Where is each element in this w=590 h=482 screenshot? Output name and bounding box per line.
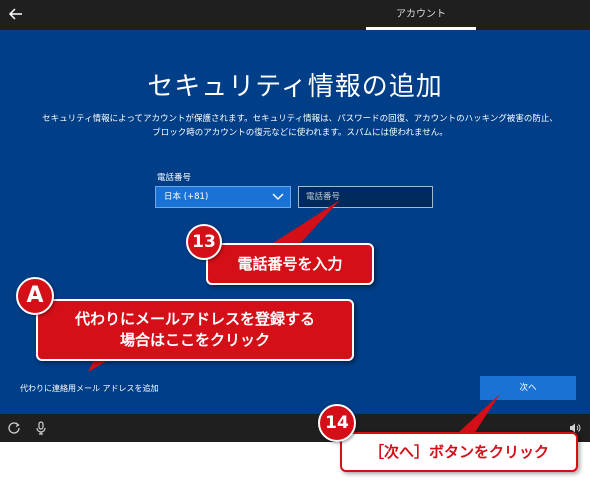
step-a-badge: A: [16, 277, 54, 315]
callout-phone: 電話番号を入力: [206, 243, 374, 285]
microphone-icon[interactable]: [34, 421, 48, 435]
country-code-value: 日本 (+81): [164, 192, 209, 202]
tab-account[interactable]: アカウント: [366, 0, 476, 30]
phone-label: 電話番号: [157, 173, 192, 183]
callout-phone-text: 電話番号を入力: [237, 255, 343, 273]
description-line-2: ブロック時のアカウントの復元などに使われます。スパムには使われません。: [152, 128, 448, 138]
step-13-badge: 13: [186, 224, 222, 260]
phone-number-input[interactable]: 電話番号: [298, 186, 433, 208]
page-title: セキュリティ情報の追加: [147, 72, 443, 102]
callout-next: ［次へ］ボタンをクリック: [340, 432, 578, 472]
add-alternate-email-link[interactable]: 代わりに連絡用メール アドレスを追加: [20, 383, 159, 394]
country-code-select[interactable]: 日本 (+81): [155, 186, 291, 208]
description-line-1: セキュリティ情報によってアカウントが保護されます。セキュリティ情報は、パスワード…: [42, 114, 558, 124]
chevron-down-icon: [272, 193, 284, 200]
next-button[interactable]: 次へ: [480, 376, 576, 400]
callout-email-line-2: 場合はここをクリック: [119, 331, 270, 349]
callout-email-line-1: 代わりにメールアドレスを登録する: [74, 310, 315, 328]
phone-number-placeholder: 電話番号: [306, 192, 341, 202]
back-arrow-icon[interactable]: [6, 4, 26, 24]
top-bar: アカウント: [0, 0, 590, 30]
callout-email: 代わりにメールアドレスを登録する 場合はここをクリック: [36, 299, 354, 361]
page-description: セキュリティ情報によってアカウントが保護されます。セキュリティ情報は、パスワード…: [20, 112, 580, 140]
step-14-badge: 14: [318, 404, 356, 442]
ease-of-access-icon[interactable]: [7, 421, 21, 435]
callout-next-text: ［次へ］ボタンをクリック: [368, 443, 549, 461]
